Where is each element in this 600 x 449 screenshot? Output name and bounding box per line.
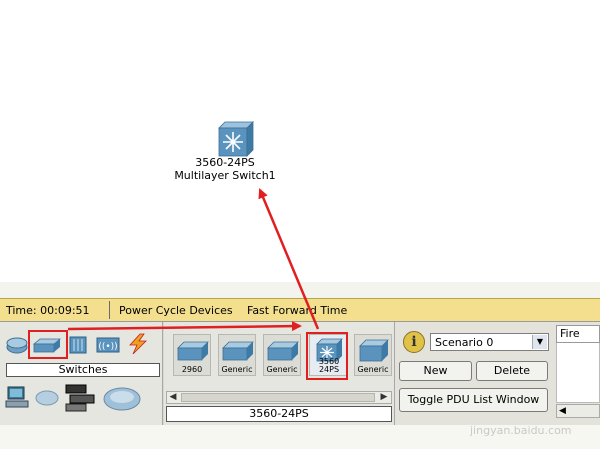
status-separator [109, 301, 110, 319]
realtime-status-bar: Time: 00:09:51 Power Cycle Devices Fast … [0, 298, 600, 322]
scenario-value: Scenario 0 [435, 336, 494, 349]
multiuser-connection-category-icon[interactable] [102, 385, 142, 413]
watermark-text: jingyan.baidu.com [470, 424, 572, 437]
device-tile-label: 2960 [181, 365, 203, 374]
device-type-label: Multilayer Switch1 [174, 169, 276, 182]
logical-workspace[interactable] [0, 0, 600, 282]
connections-category-icon[interactable] [126, 333, 150, 355]
delete-scenario-button[interactable]: Delete [476, 361, 548, 381]
fast-forward-time-button[interactable]: Fast Forward Time [247, 304, 347, 317]
custom-devices-category-icon[interactable] [64, 383, 98, 413]
switch-category-highlight [28, 330, 68, 359]
pdu-list-scrollbar[interactable]: ◀ [556, 404, 600, 418]
time-display: Time: 00:09:51 [6, 304, 90, 317]
wireless-category-icon[interactable]: ((•)) [95, 335, 121, 355]
device-tile-label: Generic [357, 365, 389, 374]
new-scenario-button[interactable]: New [399, 361, 472, 381]
chevron-down-icon[interactable]: ▼ [532, 335, 547, 349]
category-name-label: Switches [6, 363, 160, 377]
scroll-right-icon[interactable]: ▶ [378, 392, 390, 403]
svg-text:((•)): ((•)) [98, 342, 117, 352]
end-devices-category-icon[interactable] [5, 385, 31, 411]
device-tile-highlight [306, 332, 348, 380]
device-tile-2960[interactable]: 2960 [173, 334, 211, 376]
scroll-left-icon[interactable]: ◀ [559, 406, 566, 416]
multilayer-switch-icon[interactable] [215, 118, 255, 158]
selected-device-name: 3560-24PS [166, 406, 392, 422]
hub-category-icon[interactable] [68, 335, 90, 355]
workspace-bottom-strip [0, 282, 600, 298]
scenario-select[interactable]: Scenario 0 ▼ [430, 333, 549, 351]
device-tile-label: Generic [221, 365, 253, 374]
device-tile-generic-multilayer[interactable]: Generic [354, 334, 392, 376]
device-model-label: 3560-24PS [195, 156, 255, 169]
info-icon[interactable]: i [403, 331, 425, 353]
scrollbar-thumb[interactable] [181, 393, 375, 402]
toggle-pdu-list-button[interactable]: Toggle PDU List Window [399, 388, 548, 412]
device-tile-generic-switch[interactable]: Generic [263, 334, 301, 376]
power-cycle-devices-button[interactable]: Power Cycle Devices [119, 304, 233, 317]
device-tile-label: Generic [266, 365, 298, 374]
pdu-list [556, 343, 600, 403]
fire-column-header[interactable]: Fire [556, 325, 600, 343]
router-category-icon[interactable] [5, 333, 29, 355]
device-tile-generic-switch[interactable]: Generic [218, 334, 256, 376]
scroll-left-icon[interactable]: ◀ [167, 392, 179, 403]
device-label: 3560-24PS Multilayer Switch1 [160, 156, 290, 182]
wan-emulation-category-icon[interactable] [34, 388, 60, 408]
